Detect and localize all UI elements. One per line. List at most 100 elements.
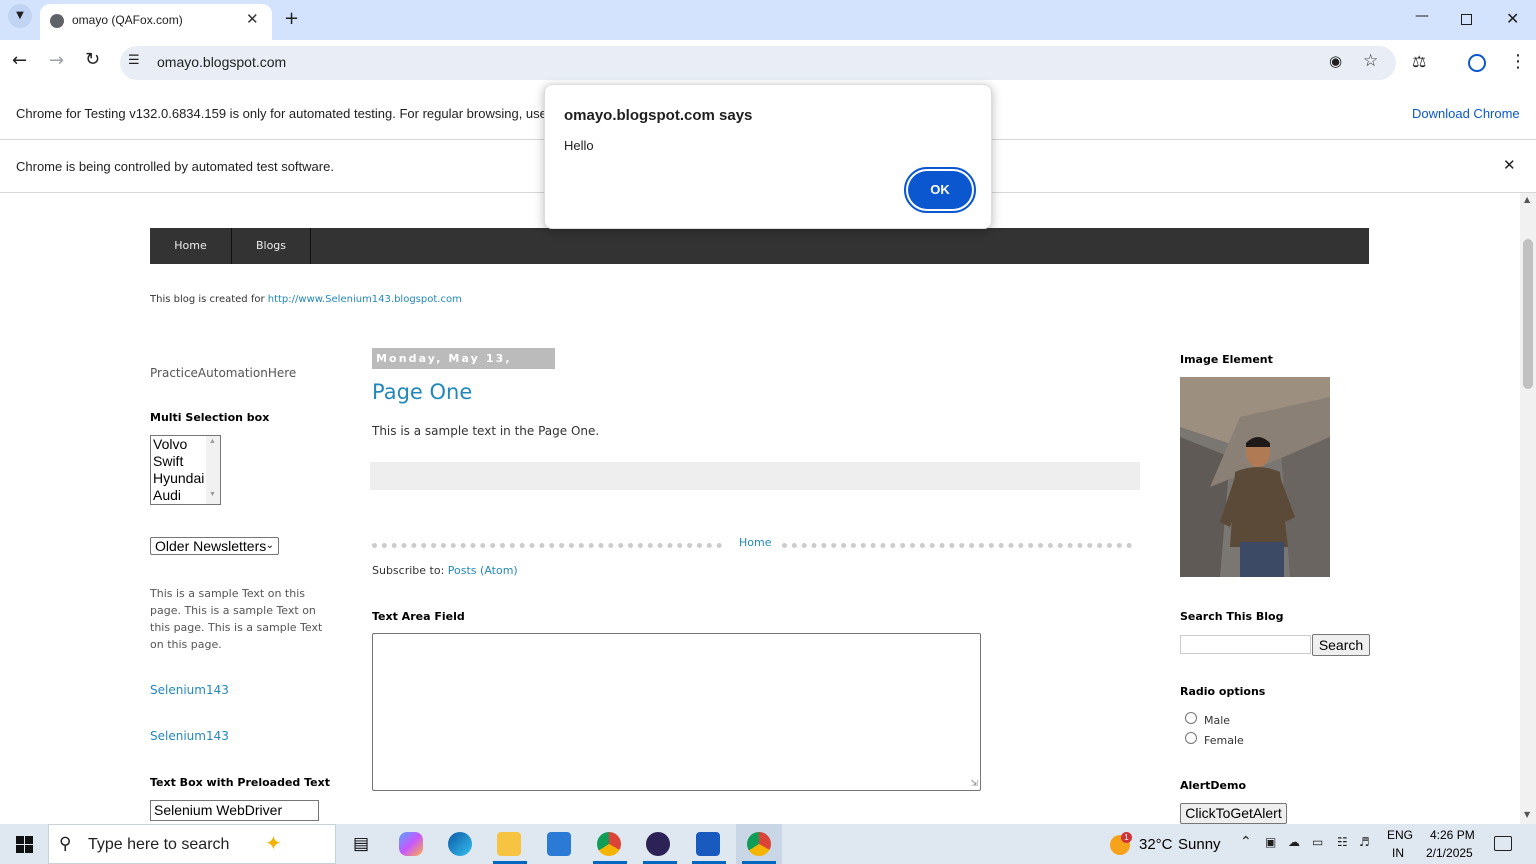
sample-text-line: This is a sample Text on this — [150, 587, 305, 600]
clock-time[interactable]: 4:26 PM — [1430, 828, 1475, 842]
tab-title: omayo (QAFox.com) — [72, 13, 183, 27]
weather-condition[interactable]: Sunny — [1178, 836, 1221, 853]
text-area-field[interactable]: ⇲ — [372, 633, 981, 791]
nav-blogs[interactable]: Blogs — [232, 228, 311, 264]
new-tab-icon[interactable]: + — [284, 8, 299, 29]
menu-kebab-icon[interactable]: ⋮ — [1509, 51, 1527, 72]
bookmark-star-icon[interactable]: ☆ — [1363, 51, 1378, 71]
copilot-icon[interactable] — [399, 832, 423, 856]
blog-search-input[interactable] — [1180, 635, 1311, 654]
meet-now-icon[interactable]: ▣ — [1265, 835, 1276, 849]
labs-flask-icon[interactable]: ⚖ — [1412, 52, 1426, 71]
site-info-icon[interactable]: ☰ — [128, 53, 140, 68]
scroll-thumb[interactable] — [1523, 239, 1533, 389]
chrome-for-testing-icon[interactable] — [747, 832, 771, 856]
intro-link[interactable]: http://www.Selenium143.blogspot.com — [268, 294, 462, 305]
url-text[interactable]: omayo.blogspot.com — [157, 54, 286, 70]
weather-temp[interactable]: 32°C — [1139, 836, 1173, 853]
list-option-audi[interactable]: Audi — [153, 487, 181, 504]
dialog-message: Hello — [564, 138, 594, 153]
alert-demo-title: AlertDemo — [1180, 779, 1247, 792]
scroll-up-arrow-icon[interactable]: ▲ — [1524, 195, 1530, 204]
scroll-down-arrow-icon[interactable]: ▼ — [1524, 810, 1530, 819]
edge-browser-icon[interactable] — [448, 832, 472, 856]
posts-atom-link[interactable]: Posts (Atom) — [448, 564, 518, 577]
infobar-close-icon[interactable]: ✕ — [1503, 156, 1516, 174]
forward-arrow-icon[interactable]: → — [49, 50, 64, 71]
nav-home[interactable]: Home — [150, 228, 232, 264]
preloaded-text-input[interactable]: Selenium WebDriver — [150, 800, 319, 821]
list-option-hyundai[interactable]: Hyundai — [153, 470, 204, 487]
profile-photo — [1180, 377, 1330, 577]
practice-text: PracticeAutomationHere — [150, 366, 297, 380]
subscribe-line: Subscribe to: Posts (Atom) — [372, 564, 518, 577]
battery-icon[interactable]: ▭ — [1312, 835, 1323, 849]
selenium143-link-1[interactable]: Selenium143 — [150, 683, 229, 697]
onedrive-icon[interactable]: ☁ — [1288, 835, 1300, 849]
list-option-swift[interactable]: Swift — [153, 453, 183, 470]
close-window-icon[interactable]: ✕ — [1506, 9, 1519, 28]
word-icon[interactable] — [696, 832, 720, 856]
tab-search-chevron-icon[interactable]: ▼ — [8, 4, 32, 28]
chrome-icon[interactable] — [597, 832, 621, 856]
multi-selection-box[interactable]: Volvo Swift Hyundai Audi ▲ ▼ — [150, 435, 221, 505]
radio-female-label: Female — [1204, 734, 1244, 747]
listbox-scrollbar[interactable]: ▲ ▼ — [206, 436, 220, 504]
dotted-divider — [372, 543, 722, 548]
tab-close-icon[interactable]: ✕ — [246, 10, 259, 28]
task-view-icon[interactable]: ▤ — [349, 832, 373, 856]
radio-male[interactable] — [1185, 712, 1197, 724]
search-blog-title: Search This Blog — [1180, 610, 1284, 623]
minimize-icon[interactable]: — — [1415, 8, 1429, 24]
tab-strip: ▼ omayo (QAFox.com) ✕ + — ✕ — [0, 0, 1536, 40]
file-explorer-icon[interactable] — [497, 832, 521, 856]
radio-female[interactable] — [1185, 732, 1197, 744]
top-navigation: Home Blogs — [150, 228, 1369, 264]
search-button[interactable]: Search — [1312, 634, 1370, 656]
download-chrome-link[interactable]: Download Chrome — [1412, 106, 1520, 121]
resize-handle-icon[interactable]: ⇲ — [970, 779, 978, 789]
scroll-down-arrow-icon[interactable]: ▼ — [209, 491, 216, 498]
sample-text-line: on this page. — [150, 638, 222, 651]
weather-badge: 1 — [1121, 832, 1132, 843]
radio-male-label: Male — [1204, 714, 1231, 727]
list-option-volvo[interactable]: Volvo — [153, 436, 187, 453]
click-to-get-alert-button[interactable]: ClickToGetAlert — [1180, 803, 1287, 824]
sample-text-line: this page. This is a sample Text — [150, 621, 323, 634]
alert-dialog: omayo.blogspot.com says Hello OK — [544, 84, 992, 229]
older-newsletters-dropdown[interactable]: Older Newsletters ⌄ — [150, 537, 279, 555]
post-date-header: Monday, May 13, 2013 — [372, 348, 555, 386]
selenium143-link-2[interactable]: Selenium143 — [150, 729, 229, 743]
taskbar-search-box[interactable]: ⚲ Type here to search ✦ — [48, 824, 336, 864]
home-link[interactable]: Home — [739, 536, 771, 549]
language-indicator[interactable]: ENG — [1387, 828, 1413, 842]
region-indicator[interactable]: IN — [1392, 846, 1404, 860]
copilot-sparkle-icon: ✦ — [265, 833, 282, 855]
mail-icon[interactable] — [547, 832, 571, 856]
reload-icon[interactable]: ↻ — [85, 49, 100, 70]
post-footer — [370, 462, 1140, 490]
intro-line: This blog is created for http://www.Sele… — [150, 294, 462, 305]
ok-button[interactable]: OK — [904, 167, 976, 213]
post-title[interactable]: Page One — [372, 380, 472, 404]
tray-chevron-up-icon[interactable]: ⌃ — [1240, 834, 1252, 850]
browser-tab[interactable]: omayo (QAFox.com) ✕ — [40, 4, 272, 40]
eye-slash-icon[interactable]: ◉ — [1329, 52, 1342, 70]
search-icon: ⚲ — [59, 834, 72, 854]
taskbar-search-placeholder: Type here to search — [88, 836, 230, 853]
address-bar[interactable]: ☰ omayo.blogspot.com ◉ ☆ — [120, 46, 1396, 80]
browser-toolbar: ← → ↻ ☰ omayo.blogspot.com ◉ ☆ ⚖ ⋮ — [0, 40, 1536, 86]
speaker-icon[interactable]: ♬ — [1359, 835, 1370, 849]
windows-start-icon[interactable] — [16, 836, 33, 853]
profile-icon[interactable] — [1468, 54, 1486, 72]
page-scrollbar[interactable]: ▲ ▼ — [1520, 193, 1536, 824]
dotted-divider — [782, 543, 1132, 548]
back-arrow-icon[interactable]: ← — [12, 50, 27, 71]
scroll-up-arrow-icon[interactable]: ▲ — [209, 438, 216, 445]
wifi-icon[interactable]: ☷ — [1337, 835, 1348, 849]
eclipse-icon[interactable] — [646, 832, 670, 856]
web-page: Home Blogs This blog is created for http… — [0, 193, 1520, 824]
notification-icon[interactable] — [1494, 836, 1512, 851]
restore-icon[interactable] — [1461, 14, 1472, 25]
clock-date[interactable]: 2/1/2025 — [1426, 846, 1473, 860]
